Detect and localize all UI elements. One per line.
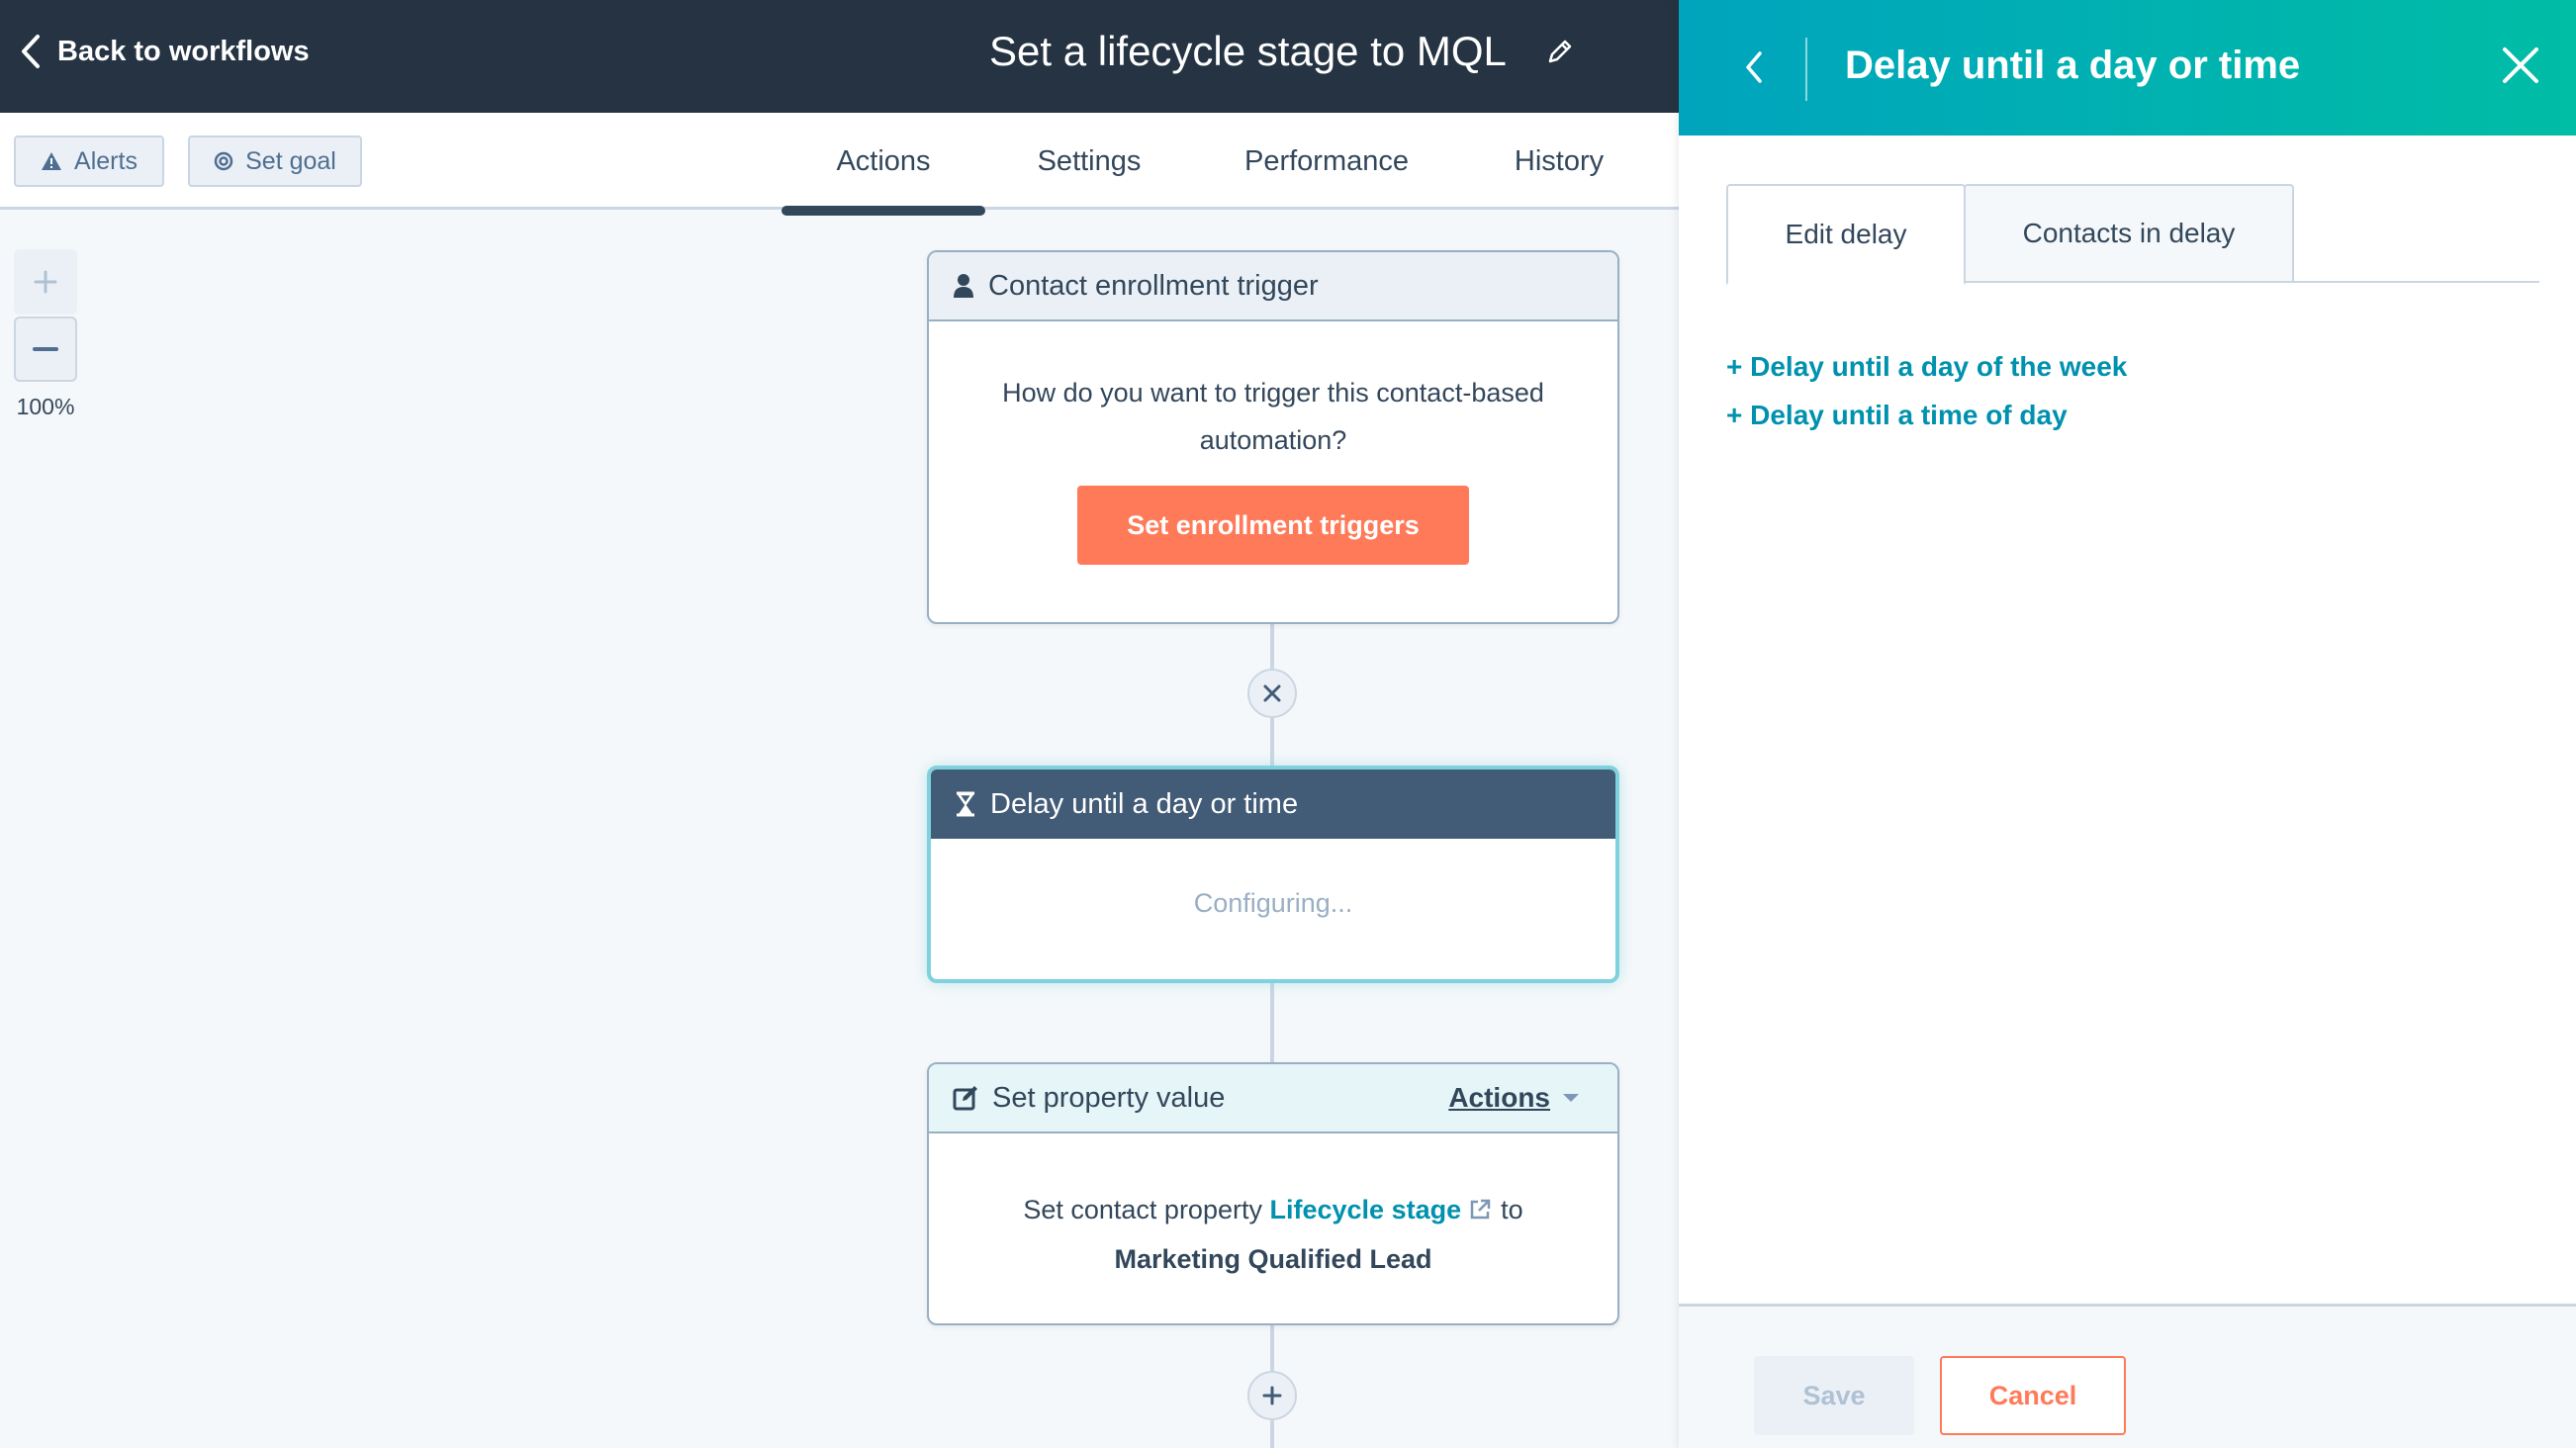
- flow-connector: [1270, 718, 1274, 768]
- panel-footer: Save Cancel: [1679, 1304, 2576, 1448]
- set-property-card[interactable]: Set property value Actions Set contact p…: [927, 1062, 1619, 1325]
- property-prefix: Set contact property: [1023, 1195, 1262, 1224]
- zoom-controls: 100%: [14, 249, 77, 420]
- tab-performance[interactable]: Performance: [1193, 113, 1460, 210]
- external-link-icon[interactable]: [1469, 1199, 1491, 1221]
- back-label: Back to workflows: [57, 35, 310, 67]
- tab-edit-delay[interactable]: Edit delay: [1726, 184, 1966, 285]
- card-header: Set property value Actions: [929, 1064, 1617, 1133]
- save-button[interactable]: Save: [1754, 1356, 1914, 1435]
- zoom-out-button[interactable]: [14, 317, 77, 382]
- flow-connector: [1270, 1325, 1274, 1371]
- hourglass-icon: [956, 791, 975, 817]
- panel-title: Delay until a day or time: [1845, 44, 2301, 87]
- tab-contacts-in-delay[interactable]: Contacts in delay: [1964, 184, 2294, 283]
- tab-actions[interactable]: Actions: [782, 113, 985, 216]
- zoom-in-button[interactable]: [14, 249, 77, 315]
- card-header: Delay until a day or time: [931, 769, 1615, 839]
- toolbar: Alerts Set goal Actions Settings Perform…: [0, 113, 1679, 216]
- add-action-button[interactable]: [1247, 1371, 1297, 1420]
- set-goal-label: Set goal: [245, 146, 336, 175]
- card-title: Contact enrollment trigger: [988, 269, 1319, 302]
- workflow-title: Set a lifecycle stage to MQL: [989, 28, 1574, 75]
- card-title: Set property value: [992, 1081, 1226, 1114]
- workflow-title-text: Set a lifecycle stage to MQL: [989, 28, 1507, 74]
- tab-settings[interactable]: Settings: [985, 113, 1193, 210]
- pencil-icon[interactable]: [1546, 38, 1574, 65]
- warning-icon: [42, 152, 62, 170]
- cancel-button[interactable]: Cancel: [1940, 1356, 2126, 1435]
- flow-connector: [1270, 1420, 1274, 1448]
- set-property-description: Set contact property Lifecycle stage to M…: [929, 1133, 1617, 1284]
- caret-down-icon: [1563, 1094, 1579, 1102]
- trigger-prompt: How do you want to trigger this contact-…: [1002, 378, 1544, 455]
- actions-dropdown-label: Actions: [1448, 1082, 1550, 1113]
- workflow-editor: Back to workflows Set a lifecycle stage …: [0, 0, 1679, 1448]
- close-icon: [1263, 684, 1281, 702]
- set-goal-button[interactable]: Set goal: [188, 136, 362, 187]
- top-bar: Back to workflows Set a lifecycle stage …: [0, 0, 1679, 113]
- alerts-button[interactable]: Alerts: [14, 136, 164, 187]
- card-header: Contact enrollment trigger: [929, 252, 1617, 321]
- contact-icon: [954, 274, 973, 298]
- enrollment-trigger-card[interactable]: Contact enrollment trigger How do you wa…: [927, 250, 1619, 624]
- chevron-left-icon: [22, 35, 40, 68]
- minus-icon: [33, 347, 58, 351]
- workflow-tabs: Actions Settings Performance History: [782, 113, 1658, 216]
- panel-header: Delay until a day or time: [1679, 0, 2576, 136]
- alerts-label: Alerts: [74, 146, 138, 175]
- chevron-left-icon[interactable]: [1738, 47, 1768, 87]
- lifecycle-stage-link[interactable]: Lifecycle stage: [1270, 1195, 1462, 1224]
- delay-config-panel: Delay until a day or time Edit delay Con…: [1679, 0, 2576, 1448]
- header-divider: [1805, 38, 1807, 101]
- delay-until-time-of-day-link[interactable]: + Delay until a time of day: [1726, 400, 2068, 431]
- set-enrollment-triggers-button[interactable]: Set enrollment triggers: [1077, 486, 1469, 565]
- plus-icon: [1262, 1386, 1282, 1405]
- plus-icon: [34, 270, 57, 294]
- target-icon: [214, 151, 233, 171]
- back-to-workflows-link[interactable]: Back to workflows: [20, 34, 310, 69]
- delay-action-card[interactable]: Delay until a day or time Configuring...: [927, 766, 1619, 983]
- actions-dropdown[interactable]: Actions: [1448, 1082, 1594, 1114]
- delay-until-day-of-week-link[interactable]: + Delay until a day of the week: [1726, 351, 2127, 383]
- panel-tabs: Edit delay Contacts in delay: [1726, 184, 2539, 285]
- zoom-level: 100%: [16, 394, 75, 419]
- property-suffix: to: [1501, 1195, 1523, 1224]
- flow-connector: [1270, 983, 1274, 1062]
- close-icon[interactable]: [2501, 45, 2540, 85]
- edit-icon: [953, 1086, 977, 1111]
- tab-history[interactable]: History: [1460, 113, 1658, 210]
- property-value: Marketing Qualified Lead: [1114, 1244, 1432, 1274]
- card-title: Delay until a day or time: [990, 787, 1299, 820]
- configuring-status: Configuring...: [1193, 888, 1353, 918]
- remove-action-button[interactable]: [1247, 669, 1297, 718]
- flow-connector: [1270, 624, 1274, 669]
